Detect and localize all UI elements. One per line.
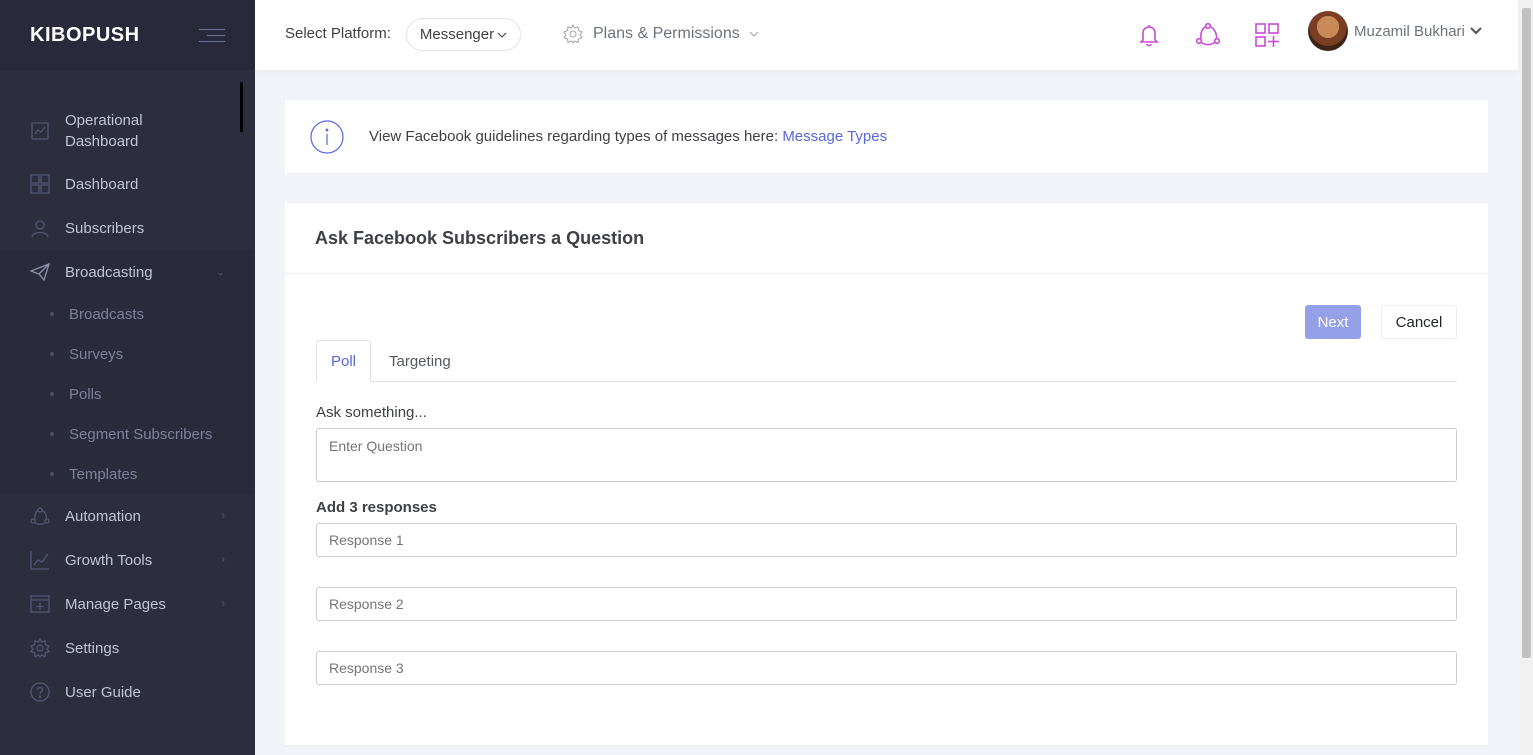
submenu-item-polls[interactable]: Polls <box>0 374 255 414</box>
sidebar-item-label: Automation <box>65 507 141 525</box>
sidebar-item-growth-tools[interactable]: Growth Tools › <box>0 538 255 582</box>
sidebar-item-label: User Guide <box>65 683 141 701</box>
cancel-button[interactable]: Cancel <box>1381 305 1457 339</box>
chevron-right-icon: › <box>221 598 225 610</box>
sidebar-item-user-guide[interactable]: User Guide <box>0 670 255 714</box>
chevron-down-icon <box>1470 27 1482 35</box>
question-icon <box>30 682 50 702</box>
sidebar-item-label: Dashboard <box>65 133 139 150</box>
submenu-label: Segment Subscribers <box>69 425 213 443</box>
platform-value: Messenger <box>419 26 495 43</box>
sidebar-item-automation[interactable]: Automation › <box>0 494 255 538</box>
poll-form-card: Ask Facebook Subscribers a Question Next… <box>285 203 1488 745</box>
info-message: View Facebook guidelines regarding types… <box>369 128 783 145</box>
sidebar-item-manage-pages[interactable]: Manage Pages › <box>0 582 255 626</box>
submenu-label: Broadcasts <box>69 305 145 323</box>
sidebar-item-subscribers[interactable]: Subscribers <box>0 206 255 250</box>
response-1-input[interactable] <box>316 523 1457 557</box>
submenu-item-surveys[interactable]: Surveys <box>0 334 255 374</box>
sidebar-item-label: Operational <box>65 112 143 129</box>
sidebar-item-label: Dashboard <box>65 175 139 193</box>
bullet-icon <box>50 312 54 316</box>
line-chart-icon <box>30 551 49 570</box>
tab-poll[interactable]: Poll <box>316 340 371 382</box>
plans-label: Plans & Permissions <box>593 25 740 42</box>
platform-dropdown[interactable]: Messenger <box>406 18 521 51</box>
chevron-right-icon: › <box>221 510 225 522</box>
sidebar-group-broadcasting: Broadcasting ⌄ Broadcasts Surveys Polls … <box>0 250 255 494</box>
form-tabs: Poll Targeting <box>316 340 1457 382</box>
question-label: Ask something... <box>316 404 427 421</box>
info-icon <box>310 119 344 154</box>
submenu-label: Surveys <box>69 345 124 363</box>
top-header: Select Platform: Messenger Plans & Permi… <box>255 0 1518 70</box>
responses-label: Add 3 responses <box>316 499 437 516</box>
network-icon[interactable] <box>1195 22 1221 48</box>
info-text: View Facebook guidelines regarding types… <box>369 128 887 145</box>
submenu-item-templates[interactable]: Templates <box>0 454 255 494</box>
sidebar-menu: Operational Dashboard Dashboard Subscribe… <box>0 100 255 714</box>
submenu-label: Templates <box>69 465 138 483</box>
sidebar-item-label: Broadcasting <box>65 263 153 281</box>
network-icon <box>30 507 50 526</box>
gear-icon <box>30 638 50 658</box>
sidebar-item-label: Growth Tools <box>65 551 153 569</box>
submenu-label: Polls <box>69 385 102 403</box>
broadcasting-submenu: Broadcasts Surveys Polls Segment Subscri… <box>0 294 255 494</box>
paper-plane-icon <box>30 262 50 282</box>
chart-board-icon <box>31 122 49 140</box>
submenu-item-broadcasts[interactable]: Broadcasts <box>0 294 255 334</box>
bullet-icon <box>50 472 54 476</box>
chevron-right-icon: › <box>221 554 225 566</box>
bullet-icon <box>50 432 54 436</box>
bullet-icon <box>50 392 54 396</box>
scrollbar-thumb[interactable] <box>1522 8 1531 658</box>
grid-icon <box>30 174 50 194</box>
submenu-item-segment-subscribers[interactable]: Segment Subscribers <box>0 414 255 454</box>
gear-icon <box>563 24 583 44</box>
apps-grid-icon[interactable] <box>1254 22 1280 48</box>
chevron-down-icon <box>497 32 507 38</box>
hamburger-menu-icon[interactable] <box>199 26 225 44</box>
question-input[interactable] <box>316 428 1457 482</box>
brand-logo[interactable]: KIBOPUSH <box>30 24 140 47</box>
user-name: Muzamil Bukhari <box>1354 22 1465 40</box>
sidebar-item-label: Subscribers <box>65 219 145 237</box>
bullet-icon <box>50 352 54 356</box>
sidebar-item-label: Manage Pages <box>65 595 166 613</box>
chevron-down-icon <box>749 31 759 37</box>
chevron-down-icon: ⌄ <box>215 266 225 279</box>
user-menu[interactable]: Muzamil Bukhari <box>1308 11 1483 51</box>
card-header: Ask Facebook Subscribers a Question <box>285 203 1488 274</box>
next-button[interactable]: Next <box>1305 305 1361 339</box>
sidebar-item-label: Settings <box>65 639 120 657</box>
plans-permissions-menu[interactable]: Plans & Permissions <box>563 24 759 44</box>
tab-targeting[interactable]: Targeting <box>389 340 451 382</box>
sidebar-item-broadcasting[interactable]: Broadcasting ⌄ <box>0 250 255 294</box>
page-scrollbar[interactable] <box>1520 0 1533 755</box>
add-page-icon <box>30 595 50 613</box>
sidebar-item-settings[interactable]: Settings <box>0 626 255 670</box>
response-3-input[interactable] <box>316 651 1457 685</box>
select-platform-label: Select Platform: <box>285 25 391 42</box>
info-alert: View Facebook guidelines regarding types… <box>285 100 1488 173</box>
user-icon <box>31 220 49 238</box>
bell-icon[interactable] <box>1136 22 1162 48</box>
sidebar-item-dashboard[interactable]: Dashboard <box>0 162 255 206</box>
avatar[interactable] <box>1308 11 1348 51</box>
sidebar: KIBOPUSH Operational Dashboard Dashboard … <box>0 0 255 755</box>
message-types-link[interactable]: Message Types <box>782 128 887 145</box>
brand-bar: KIBOPUSH <box>0 0 255 70</box>
response-2-input[interactable] <box>316 587 1457 621</box>
sidebar-item-operational-dashboard[interactable]: Operational Dashboard <box>0 100 255 162</box>
page-title: Ask Facebook Subscribers a Question <box>315 227 645 248</box>
